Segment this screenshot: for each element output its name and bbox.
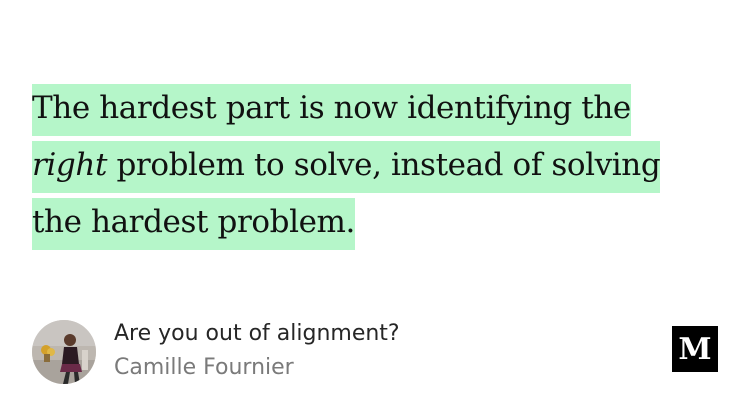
medium-logo-icon[interactable]: M <box>672 326 718 372</box>
quote-line-3: the hardest problem. <box>32 204 355 240</box>
author-avatar-photo <box>32 320 96 384</box>
quote-card: The hardest part is now identifying the r… <box>0 0 750 413</box>
quote-line-1: The hardest part is now identifying the <box>32 90 631 126</box>
avatar[interactable] <box>32 320 96 384</box>
quote-text: The hardest part is now identifying the r… <box>32 80 712 251</box>
quote-line-2: problem to solve, instead of solving <box>107 147 661 183</box>
article-footer[interactable]: Are you out of alignment? Camille Fourni… <box>32 319 722 385</box>
author-name[interactable]: Camille Fournier <box>114 353 294 383</box>
quote-highlight: The hardest part is now identifying the r… <box>32 84 661 250</box>
quote-emphasis: right <box>32 147 108 183</box>
article-title[interactable]: Are you out of alignment? <box>114 319 400 349</box>
